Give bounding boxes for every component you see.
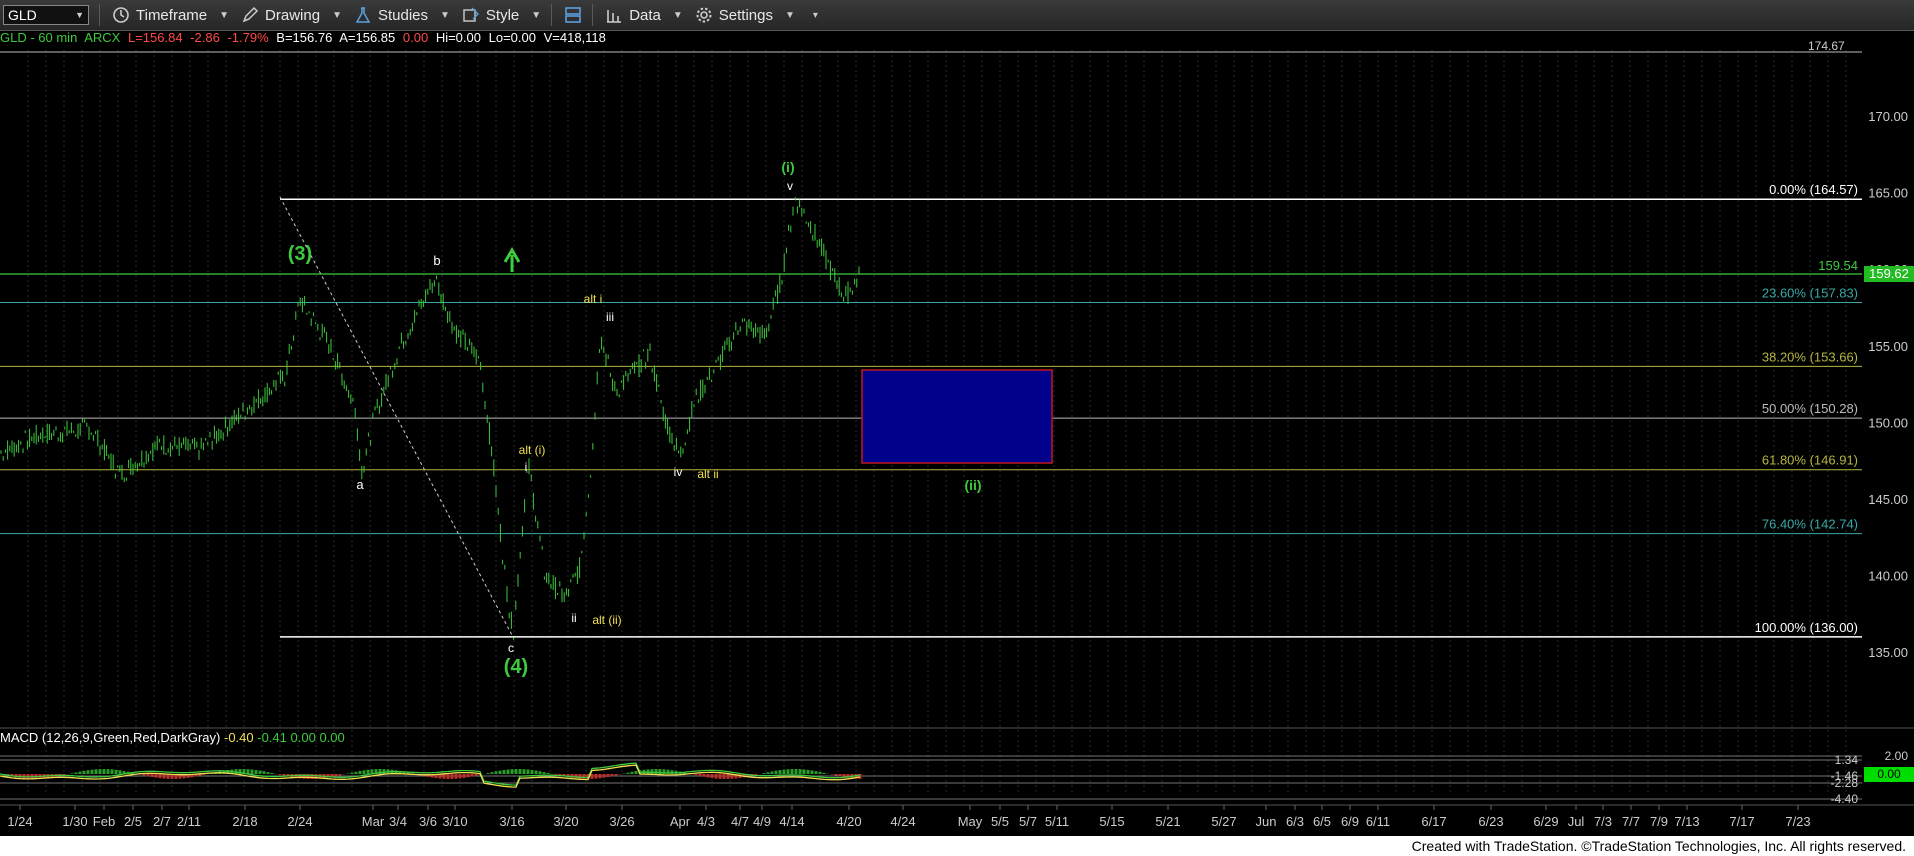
time-tick: 7/7: [1622, 814, 1640, 829]
price-tick: 140.00: [1868, 569, 1908, 584]
time-tick: 4/24: [890, 814, 915, 829]
time-axis: 1/24 1/30 Feb 2/5 2/7 2/11 2/18 2/24 Mar 3/4 3/6 3/…: [0, 804, 1914, 829]
time-tick: Jul: [1568, 814, 1585, 829]
macd-header: MACD (12,26,9,Green,Red,DarkGray) -0.40 …: [0, 730, 345, 745]
time-tick: 4/3: [697, 814, 715, 829]
time-tick: 6/11: [1366, 814, 1390, 829]
price-tick: 170.00: [1868, 109, 1908, 124]
macd-last-label: 0.00: [1877, 767, 1901, 781]
wave-label: a: [356, 477, 364, 492]
wave-label: c: [508, 641, 514, 655]
time-tick: 6/23: [1478, 814, 1503, 829]
time-tick: Feb: [93, 814, 115, 829]
time-tick: 7/23: [1785, 814, 1810, 829]
wave-label: iv: [674, 465, 683, 479]
time-tick: 5/27: [1211, 814, 1236, 829]
time-tick: 1/24: [7, 814, 32, 829]
price-tick: 155.00: [1868, 339, 1908, 354]
time-tick: 6/5: [1313, 814, 1331, 829]
macd-title: MACD (12,26,9,Green,Red,DarkGray): [0, 730, 221, 745]
price-tick: 150.00: [1868, 415, 1908, 430]
footer-copyright: Created with TradeStation. ©TradeStation…: [0, 836, 1914, 856]
time-tick: 4/7: [731, 814, 749, 829]
time-tick: 7/13: [1674, 814, 1699, 829]
fib-trend-line: [279, 196, 513, 636]
time-tick: Apr: [670, 814, 691, 829]
time-tick: 4/14: [779, 814, 804, 829]
time-tick: 2/24: [287, 814, 312, 829]
time-tick: 4/9: [753, 814, 771, 829]
green-line-label: 159.54: [1818, 258, 1858, 273]
time-tick: 5/21: [1155, 814, 1180, 829]
wave-label: i: [525, 460, 528, 474]
wave-label: alt ii: [697, 467, 718, 481]
macd-axis-label: -2.28: [1831, 776, 1859, 790]
wave-label: alt i: [584, 292, 603, 306]
time-tick: 2/18: [232, 814, 257, 829]
time-tick: Jun: [1256, 814, 1277, 829]
wave-label: (4): [504, 656, 528, 678]
time-tick: 2/11: [177, 814, 201, 829]
price-tick: 135.00: [1868, 645, 1908, 660]
time-tick: 3/6: [419, 814, 437, 829]
time-tick: 3/16: [499, 814, 524, 829]
time-tick: 5/11: [1045, 814, 1069, 829]
last-price-label: 159.62: [1869, 266, 1909, 281]
up-arrow-icon: [503, 247, 521, 272]
macd-axis-label: -4.40: [1831, 792, 1859, 806]
time-tick: 6/3: [1286, 814, 1304, 829]
time-tick: 2/5: [124, 814, 142, 829]
wave-label: b: [433, 253, 440, 268]
time-tick: 3/26: [609, 814, 634, 829]
wave-label: iii: [606, 310, 614, 324]
price-chart[interactable]: 0.00% (164.57) 23.60% (157.83) 38.20% (153…: [0, 0, 1914, 836]
time-tick: 3/20: [553, 814, 578, 829]
price-tick: 165.00: [1868, 186, 1908, 201]
macd-axis-label: 1.34: [1835, 753, 1859, 767]
time-tick: 4/20: [836, 814, 861, 829]
fib-label: 0.00% (164.57): [1769, 182, 1858, 197]
time-tick: 6/17: [1421, 814, 1446, 829]
wave-label: alt (ii): [592, 613, 621, 627]
macd-value-1: -0.40: [223, 730, 254, 745]
wave-label: ii: [571, 611, 576, 625]
top-price-label: 174.67: [1808, 39, 1845, 53]
time-tick: 1/30: [62, 814, 87, 829]
time-tick: 3/4: [389, 814, 407, 829]
price-tick: 145.00: [1868, 492, 1908, 507]
wave-label: (ii): [964, 477, 981, 493]
wave-label: (i): [781, 159, 794, 175]
fib-label: 38.20% (153.66): [1762, 349, 1858, 364]
time-tick: 5/15: [1099, 814, 1124, 829]
time-tick: 6/29: [1533, 814, 1558, 829]
macd-value-4: 0.00: [319, 730, 345, 745]
time-tick: 2/7: [153, 814, 171, 829]
time-tick: 7/9: [1650, 814, 1668, 829]
target-box: [861, 369, 1053, 464]
macd-value-2: -0.41: [257, 730, 287, 745]
fib-label: 76.40% (142.74): [1762, 517, 1858, 532]
wave-label: alt (i): [519, 443, 546, 457]
time-tick: 5/5: [991, 814, 1009, 829]
wave-label: v: [787, 179, 793, 193]
macd-value-3: 0.00: [290, 730, 316, 745]
time-tick: 3/10: [442, 814, 467, 829]
fib-label: 100.00% (136.00): [1755, 620, 1858, 635]
time-tick: May: [958, 814, 983, 829]
time-tick: 7/3: [1594, 814, 1612, 829]
time-tick: Mar: [362, 814, 385, 829]
fib-label: 61.80% (146.91): [1762, 453, 1858, 468]
time-tick: 7/17: [1729, 814, 1754, 829]
time-tick: 5/7: [1019, 814, 1037, 829]
fib-label: 50.00% (150.28): [1762, 401, 1858, 416]
wave-label: (3): [288, 243, 312, 265]
macd-axis-label: 2.00: [1885, 749, 1909, 763]
fib-label: 23.60% (157.83): [1762, 285, 1858, 300]
time-tick: 6/9: [1341, 814, 1359, 829]
